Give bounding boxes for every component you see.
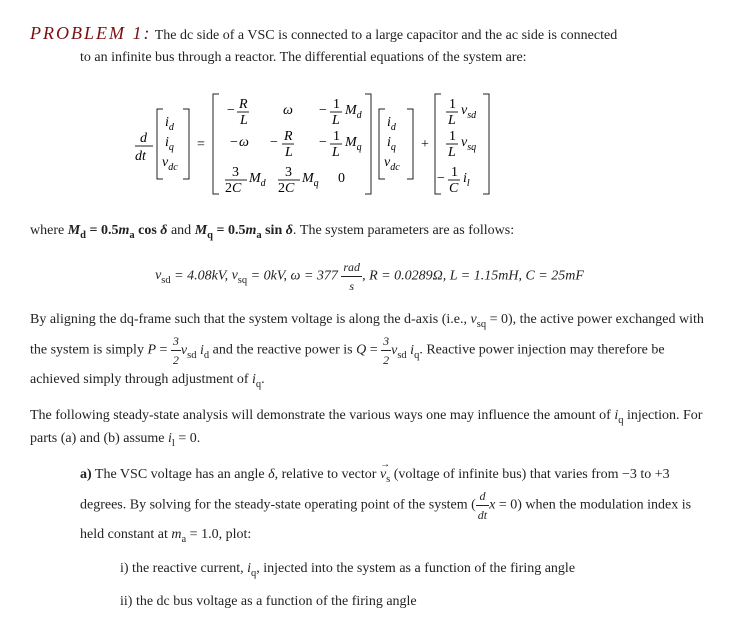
problem-label: PROBLEM 1: <box>30 23 151 43</box>
relations-after: . The system parameters are as follows: <box>293 223 514 238</box>
svg-text:L: L <box>239 113 248 128</box>
svg-text:id: id <box>387 115 397 133</box>
relations-before: where <box>30 223 68 238</box>
svg-text:Mq: Mq <box>301 171 319 189</box>
svg-text:−: − <box>270 135 278 150</box>
svg-text:Md: Md <box>344 103 363 121</box>
svg-text:L: L <box>331 113 340 128</box>
svg-text:3: 3 <box>285 165 292 180</box>
p1e: . <box>261 372 265 387</box>
svg-text:R: R <box>238 97 248 112</box>
pq-explanation: By aligning the dq-frame such that the s… <box>30 309 709 393</box>
svg-text:Mq: Mq <box>344 135 362 153</box>
svg-text:0: 0 <box>338 171 345 186</box>
svg-text:L: L <box>331 145 340 160</box>
intro-line-2: to an infinite bus through a reactor. Th… <box>80 47 709 68</box>
svg-text:dt: dt <box>135 149 147 164</box>
svg-text:−: − <box>230 135 238 150</box>
svg-text:R: R <box>283 129 293 144</box>
part-a-i: i) the reactive current, iq, injected in… <box>120 558 709 582</box>
svg-text:2C: 2C <box>278 181 295 196</box>
part-a-label: a) <box>80 467 92 482</box>
svg-text:−: − <box>319 135 327 150</box>
relations-and: and <box>171 223 195 238</box>
svg-text:vdc: vdc <box>162 155 178 173</box>
part-a-t2: , relative to vector <box>275 467 380 482</box>
svg-text:C: C <box>449 181 459 196</box>
svg-text:−: − <box>437 171 445 186</box>
svg-text:d: d <box>140 131 148 146</box>
svg-text:ω: ω <box>283 103 293 118</box>
svg-text:3: 3 <box>232 165 239 180</box>
svg-text:ω: ω <box>239 135 249 150</box>
part-a: a) The VSC voltage has an angle δ, relat… <box>80 464 709 548</box>
parameter-values: vsd = 4.08kV, vsq = 0kV, ω = 377 rads, R… <box>30 258 709 295</box>
steady-state-intro: The following steady-state analysis will… <box>30 405 709 452</box>
svg-text:Md: Md <box>248 171 267 189</box>
p2a: The following steady-state analysis will… <box>30 408 614 423</box>
part-a-i-tail: , injected into the system as a function… <box>256 561 575 576</box>
svg-text:1: 1 <box>449 129 456 144</box>
intro-line-1: The dc side of a VSC is connected to a l… <box>155 28 617 43</box>
problem-intro: PROBLEM 1: The dc side of a VSC is conne… <box>30 20 709 68</box>
part-a-ii-text: ii) the dc bus voltage as a function of … <box>120 594 417 609</box>
modulation-relations: where Md = 0.5ma cos δ and Mq = 0.5ma si… <box>30 220 709 244</box>
svg-text:vsd: vsd <box>461 103 477 121</box>
svg-text:1: 1 <box>333 97 340 112</box>
p2c: . <box>197 431 201 446</box>
state-space-equation: d dt id iq vdc = − R L ω − 1 L Md −ω − R… <box>30 84 709 204</box>
part-a-t5: , plot: <box>219 527 252 542</box>
svg-text:iq: iq <box>165 135 174 153</box>
svg-text:+: + <box>421 137 429 152</box>
svg-text:1: 1 <box>333 129 340 144</box>
p1a: By aligning the dq-frame such that the s… <box>30 312 471 327</box>
svg-text:1: 1 <box>449 97 456 112</box>
svg-text:L: L <box>447 113 456 128</box>
svg-text:vsq: vsq <box>461 135 476 153</box>
svg-text:−: − <box>227 103 235 118</box>
part-a-ii: ii) the dc bus voltage as a function of … <box>120 591 709 612</box>
svg-text:iq: iq <box>387 135 396 153</box>
svg-text:L: L <box>447 145 456 160</box>
part-a-i-label: i) the reactive current, <box>120 561 247 576</box>
svg-text:2C: 2C <box>225 181 242 196</box>
svg-text:=: = <box>197 137 205 152</box>
svg-text:id: id <box>165 115 175 133</box>
part-a-t1: The VSC voltage has an angle <box>92 467 268 482</box>
svg-text:L: L <box>284 145 293 160</box>
svg-text:vdc: vdc <box>384 155 400 173</box>
svg-text:1: 1 <box>451 165 458 180</box>
p1c: and the reactive power is <box>209 343 356 358</box>
svg-text:−: − <box>319 103 327 118</box>
svg-text:il: il <box>463 171 470 189</box>
